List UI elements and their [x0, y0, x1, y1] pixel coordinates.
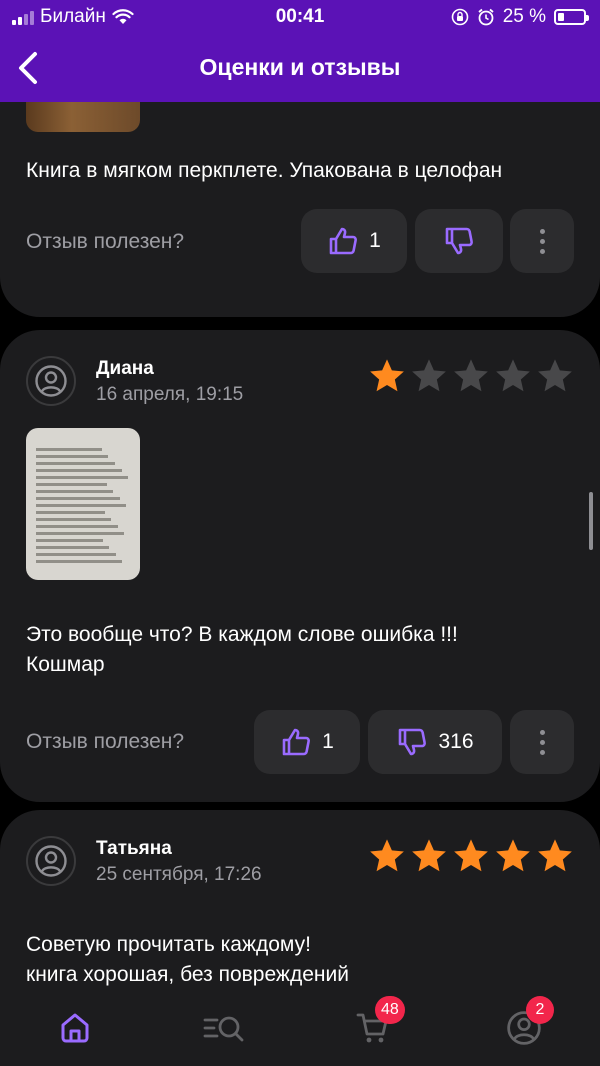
thumbs-down-icon	[445, 227, 473, 255]
helpful-label: Отзыв полезен?	[26, 730, 185, 753]
thumbs-down-icon	[399, 728, 427, 756]
tab-cart[interactable]: 48	[343, 996, 405, 1058]
thumbs-up-icon	[282, 728, 311, 756]
tab-profile[interactable]: 2	[494, 996, 554, 1058]
star-filled-icon	[454, 839, 488, 872]
review-card: Диана 16 апреля, 19:15 Это вообще что? В…	[0, 330, 600, 802]
review-text: Книга в мягком перкплете. Упакована в це…	[26, 159, 503, 182]
review-card: Татьяна 25 сентября, 17:26 Советую прочи…	[0, 810, 600, 990]
star-filled-icon	[538, 839, 572, 872]
nav-bar: Оценки и отзывы	[0, 34, 600, 102]
alarm-icon	[478, 8, 494, 26]
cart-badge: 48	[375, 996, 405, 1024]
review-author: Татьяна	[96, 838, 172, 859]
review-date: 16 апреля, 19:15	[96, 384, 244, 405]
app-header: Билайн 00:41 25 % Оценки и отзывы	[0, 0, 600, 102]
star-rating	[368, 357, 574, 395]
page-title: Оценки и отзывы	[199, 54, 401, 80]
like-count: 1	[322, 730, 334, 753]
dislike-count: 316	[438, 730, 474, 753]
star-filled-icon	[496, 839, 530, 872]
more-options-button[interactable]	[510, 710, 574, 774]
orientation-lock-icon	[451, 8, 468, 26]
star-empty-icon	[412, 359, 446, 392]
dislike-button[interactable]: 316	[368, 710, 502, 774]
helpful-label: Отзыв полезен?	[26, 230, 185, 253]
tab-catalog[interactable]	[194, 998, 254, 1058]
battery-icon	[554, 9, 589, 25]
like-count: 1	[369, 229, 381, 252]
profile-badge: 2	[526, 996, 554, 1024]
thumbs-up-icon	[329, 227, 358, 255]
avatar	[26, 836, 76, 886]
catalog-search-icon	[203, 1016, 244, 1042]
star-empty-icon	[538, 359, 572, 392]
status-right: 25 %	[451, 6, 589, 28]
review-text: Советую прочитать каждому! книга хорошая…	[26, 933, 349, 986]
status-bar: Билайн 00:41 25 %	[0, 0, 600, 34]
home-icon	[61, 1013, 89, 1043]
user-icon	[35, 365, 67, 397]
bottom-tab-bar: 48 2	[0, 990, 600, 1066]
avatar	[26, 356, 76, 406]
review-text: Это вообще что? В каждом слове ошибка !!…	[26, 623, 458, 676]
reviews-feed[interactable]: Книга в мягком перкплете. Упакована в це…	[0, 102, 600, 990]
star-filled-icon	[370, 839, 404, 872]
review-card: Книга в мягком перкплете. Упакована в це…	[0, 102, 600, 317]
review-author: Диана	[96, 358, 154, 379]
star-empty-icon	[454, 359, 488, 392]
review-date: 25 сентября, 17:26	[96, 864, 262, 885]
dislike-button[interactable]	[415, 209, 503, 273]
review-photo-thumbnail[interactable]	[26, 102, 140, 132]
battery-percent: 25 %	[502, 6, 546, 27]
more-options-button[interactable]	[510, 209, 574, 273]
review-photo-thumbnail[interactable]	[26, 428, 140, 580]
like-button[interactable]: 1	[301, 209, 407, 273]
star-rating	[368, 837, 574, 875]
scrollbar[interactable]	[589, 492, 593, 550]
user-icon	[35, 845, 67, 877]
star-empty-icon	[496, 359, 530, 392]
tab-home[interactable]	[45, 998, 105, 1058]
like-button[interactable]: 1	[254, 710, 360, 774]
star-filled-icon	[412, 839, 446, 872]
star-filled-icon	[370, 359, 404, 392]
